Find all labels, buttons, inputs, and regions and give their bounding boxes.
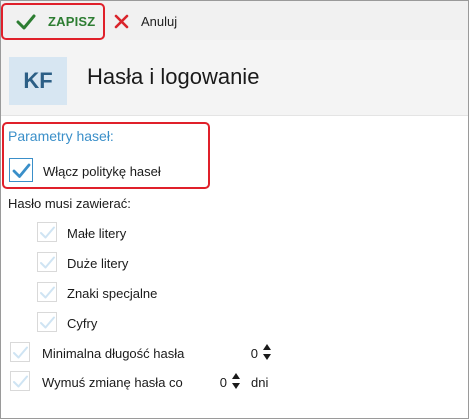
checkmark-icon [40,226,55,239]
digits-checkbox[interactable] [37,312,57,332]
x-icon [114,14,129,29]
checkmark-icon [40,286,55,299]
force-change-label: Wymuś zmianę hasła co [42,375,183,390]
special-chars-label: Znaki specjalne [67,286,158,301]
force-change-checkbox[interactable] [10,371,30,391]
lowercase-checkbox[interactable] [37,222,57,242]
checkmark-icon [40,256,55,269]
cancel-button-label: Anuluj [141,14,178,29]
save-highlight-box [1,3,105,40]
avatar: KF [9,57,67,105]
must-contain-label: Hasło musi zawierać: [8,196,131,211]
checkmark-icon [13,346,28,359]
digits-label: Cyfry [67,316,98,331]
force-change-value[interactable]: 0 [213,375,227,390]
uppercase-label: Duże litery [67,256,129,271]
page-title: Hasła i logowanie [87,64,260,89]
checkmark-icon [13,375,28,388]
cancel-button[interactable]: Anuluj [111,5,191,38]
min-length-value[interactable]: 0 [244,346,258,361]
checkmark-icon [40,316,55,329]
lowercase-label: Małe litery [67,226,127,241]
days-unit-label: dni [251,375,269,390]
min-length-label: Minimalna długość hasła [42,346,185,361]
special-chars-checkbox[interactable] [37,282,57,302]
min-length-checkbox[interactable] [10,342,30,362]
policy-highlight-box [2,122,210,189]
up-down-arrows-icon[interactable] [232,372,240,390]
uppercase-checkbox[interactable] [37,252,57,272]
up-down-arrows-icon[interactable] [263,343,271,361]
page-header: KF Hasła i logowanie [1,40,468,116]
